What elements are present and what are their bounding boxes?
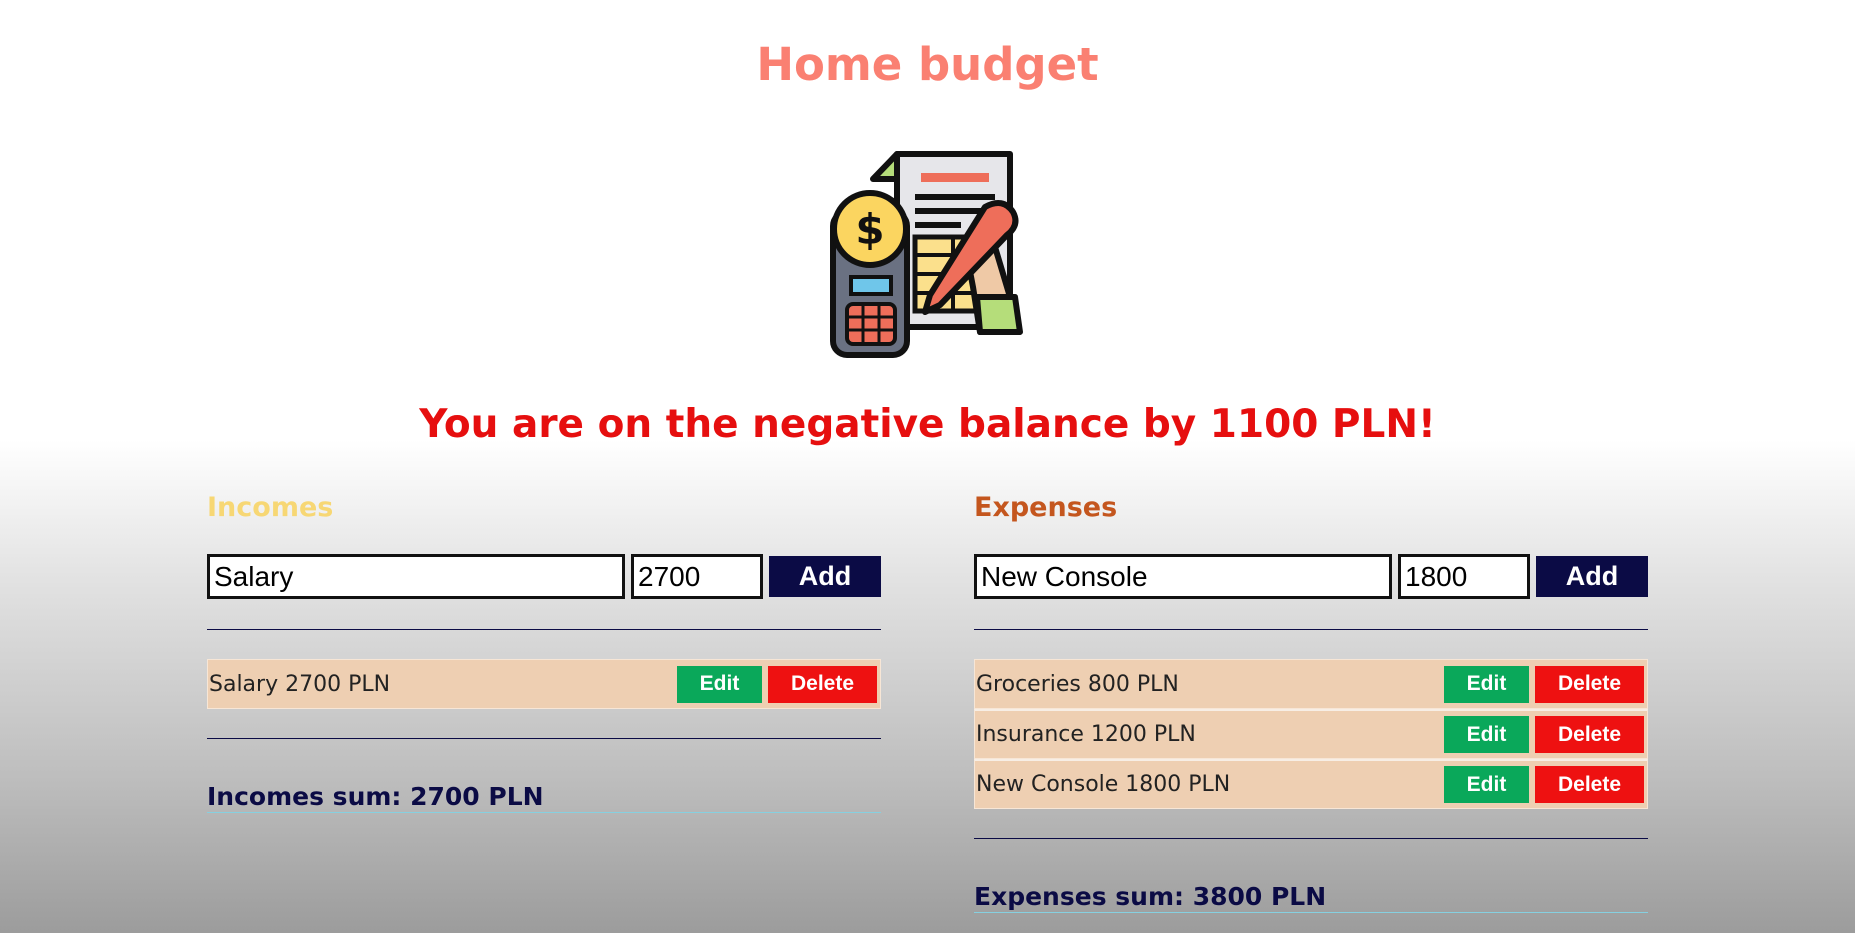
balance-message: You are on the negative balance by 1100 … [419,402,1436,447]
expenses-sum: Expenses sum: 3800 PLN [974,882,1648,913]
incomes-heading: Incomes [207,492,334,523]
expenses-list: Groceries 800 PLN Edit Delete Insurance … [974,659,1648,809]
add-expense-button[interactable]: Add [1536,556,1648,597]
edit-button[interactable]: Edit [1444,665,1529,703]
list-item: Salary 2700 PLN Edit Delete [207,659,881,709]
incomes-form: Add [207,554,881,599]
incomes-sum: Incomes sum: 2700 PLN [207,782,881,813]
svg-text:$: $ [855,205,884,254]
list-item: Insurance 1200 PLN Edit Delete [974,709,1648,759]
list-item: New Console 1800 PLN Edit Delete [974,759,1648,809]
expenses-section: Expenses Add Groceries 800 PLN Edit Dele… [974,488,1648,913]
expense-amount-input[interactable] [1398,554,1530,599]
list-item-text: Salary 2700 PLN [209,671,391,697]
page-title: Home budget [756,38,1099,91]
divider [207,738,881,739]
edit-button[interactable]: Edit [1444,766,1529,803]
income-amount-input[interactable] [631,554,763,599]
delete-button[interactable]: Delete [1535,766,1644,803]
divider [974,838,1648,839]
delete-button[interactable]: Delete [1535,665,1644,703]
expenses-heading: Expenses [974,492,1118,523]
expense-name-input[interactable] [974,554,1392,599]
list-item-text: Insurance 1200 PLN [976,722,1196,747]
incomes-list: Salary 2700 PLN Edit Delete [207,659,881,709]
income-name-input[interactable] [207,554,625,599]
list-item: Groceries 800 PLN Edit Delete [974,659,1648,709]
divider [974,629,1648,630]
budget-calculator-invoice-icon: $ [830,151,1023,358]
expenses-form: Add [974,554,1648,599]
list-item-text: New Console 1800 PLN [976,772,1231,797]
divider [207,629,881,630]
list-item-text: Groceries 800 PLN [976,671,1179,697]
add-income-button[interactable]: Add [769,556,881,597]
delete-button[interactable]: Delete [768,665,877,703]
delete-button[interactable]: Delete [1535,716,1644,753]
edit-button[interactable]: Edit [1444,716,1529,753]
edit-button[interactable]: Edit [677,665,762,703]
incomes-section: Incomes Add Salary 2700 PLN Edit Delete … [207,488,881,813]
